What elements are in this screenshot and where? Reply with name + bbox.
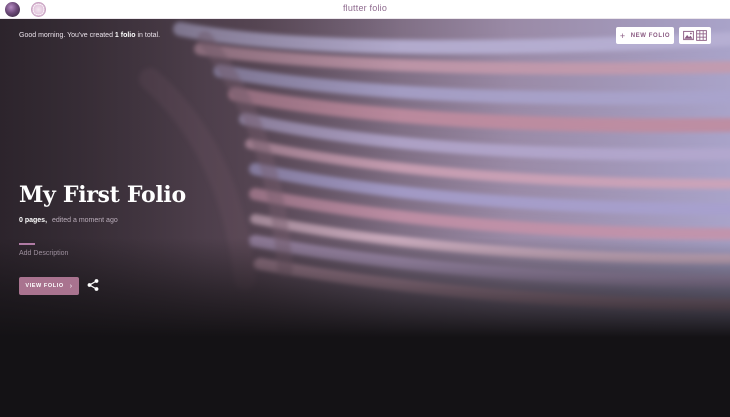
- view-folio-label: VIEW FOLIO: [25, 283, 64, 289]
- chevron-right-icon: ›: [69, 282, 73, 290]
- top-bar: flutter folio: [0, 0, 730, 19]
- folio-meta: 0 pages, edited a moment ago: [19, 217, 118, 224]
- page-count: 0 pages,: [19, 217, 48, 224]
- app-title: flutter folio: [342, 3, 388, 13]
- share-icon[interactable]: [86, 278, 100, 292]
- grid-icon[interactable]: [696, 30, 707, 41]
- view-folio-button[interactable]: VIEW FOLIO ›: [19, 277, 79, 295]
- new-folio-button[interactable]: + NEW FOLIO: [616, 27, 674, 44]
- new-folio-label: NEW FOLIO: [630, 32, 671, 39]
- image-icon[interactable]: [683, 30, 694, 41]
- folio-hero: Good morning. You've created 1 folio in …: [0, 19, 730, 417]
- folio-title[interactable]: My First Folio: [19, 182, 186, 208]
- view-toggle: [679, 27, 711, 44]
- edited-time: edited a moment ago: [51, 217, 118, 224]
- greeting-text: Good morning. You've created 1 folio in …: [19, 32, 160, 39]
- greeting-prefix: Good morning. You've created: [19, 32, 115, 39]
- accent-divider: [19, 243, 35, 245]
- folio-count: 1 folio: [114, 32, 136, 39]
- plus-icon: +: [619, 30, 626, 41]
- add-description-field[interactable]: Add Description: [19, 250, 68, 257]
- greeting-suffix: in total.: [135, 32, 161, 39]
